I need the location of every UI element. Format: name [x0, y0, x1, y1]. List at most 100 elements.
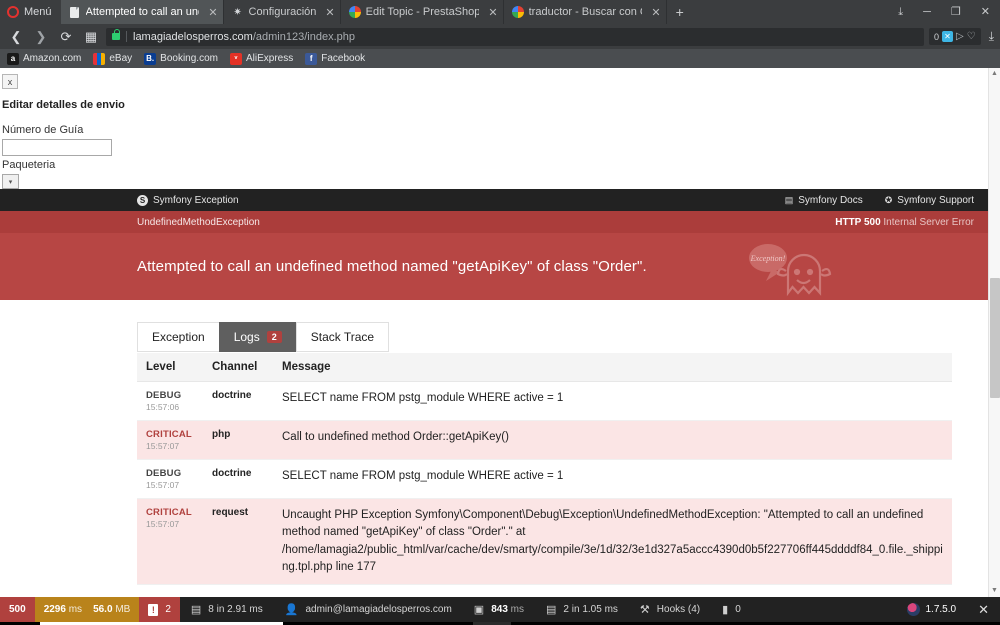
maximize-button[interactable]: ❐	[941, 0, 971, 24]
close-tab-3-icon[interactable]: ✕	[484, 6, 497, 19]
browser-tab-2[interactable]: ✷ Configuración ✕	[224, 0, 341, 24]
doctrine-block[interactable]: ▤ 8 in 2.91 ms	[180, 597, 274, 622]
header-channel: Channel	[203, 353, 273, 382]
symfony-support-link[interactable]: ✪ Symfony Support	[885, 195, 974, 206]
page-viewport: x Editar detalles de envio Número de Guí…	[0, 68, 1000, 597]
close-tab-2-icon[interactable]: ✕	[321, 6, 334, 19]
level-text: CRITICAL	[146, 507, 192, 518]
database-stack-icon: ▤	[190, 604, 202, 616]
google-icon	[511, 6, 524, 18]
header-message: Message	[273, 353, 952, 382]
opera-logo-icon	[7, 6, 19, 18]
tab-stack-trace[interactable]: Stack Trace	[295, 322, 390, 352]
row-level: DEBUG 15:57:06	[137, 381, 203, 421]
carrier-select[interactable]: ▾	[2, 174, 19, 189]
status-code-badge[interactable]: 500	[0, 597, 35, 622]
new-tab-button[interactable]: +	[667, 0, 693, 24]
book-icon: ▤	[784, 194, 794, 205]
performance-block[interactable]: 2296 ms 56.0 MB	[34, 597, 140, 622]
browser-tab-1[interactable]: Attempted to call an unde ✕	[60, 0, 224, 24]
http-status-code: HTTP 500	[835, 216, 881, 228]
guide-number-input[interactable]	[2, 139, 112, 156]
forward-icon[interactable]: ❯	[31, 29, 51, 45]
bookmark-amazon[interactable]: a Amazon.com	[7, 52, 82, 65]
browser-tab-3[interactable]: Edit Topic - PrestaShop ✕	[341, 0, 504, 24]
tab-stack-trace-label: Stack Trace	[310, 330, 375, 344]
amazon-icon: a	[7, 52, 19, 65]
row-message: SELECT name FROM pstg_module WHERE activ…	[273, 459, 952, 499]
symfony-docs-link[interactable]: ▤ Symfony Docs	[785, 195, 863, 206]
row-message: Uncaught PHP Exception Symfony\Component…	[273, 498, 952, 585]
url-separator	[126, 31, 127, 42]
scroll-down-arrow-icon[interactable]: ▼	[989, 585, 1000, 597]
ebay-icon	[93, 52, 106, 65]
bookmark-booking-label: Booking.com	[160, 53, 218, 64]
user-block[interactable]: 👤 admin@lamagiadelosperros.com	[274, 597, 463, 622]
reload-icon[interactable]: ⟳	[56, 29, 76, 45]
download-icon[interactable]: ⤓	[987, 29, 994, 44]
stopwatch-icon: ▮	[722, 604, 729, 616]
debug-toolbar: 500 2296 ms 56.0 MB ! 2 ▤ 8 in 2.91 ms 👤…	[0, 597, 1000, 622]
ad-blocker-button[interactable]: 0 ✕ ▷ ♡	[929, 28, 981, 45]
minimize-button[interactable]: ─	[913, 0, 941, 24]
downloads-tray-icon[interactable]: ⤓	[888, 0, 913, 24]
level-text: CRITICAL	[146, 429, 192, 440]
scrollbar-thumb[interactable]	[990, 278, 1000, 398]
symfony-support-label: Symfony Support	[897, 194, 974, 206]
tab-logs[interactable]: Logs 2	[218, 322, 296, 352]
symfony-docs-label: Symfony Docs	[798, 194, 863, 206]
tab-exception[interactable]: Exception	[137, 322, 219, 352]
bookmark-facebook[interactable]: f Facebook	[305, 52, 365, 65]
close-tab-1-icon[interactable]: ✕	[204, 6, 217, 19]
symfony-logo-icon: S	[137, 194, 148, 206]
warning-icon: !	[148, 603, 159, 616]
ghost-mascot-icon: Exception!	[749, 244, 832, 297]
guide-number-label: Número de Guía	[2, 124, 84, 136]
screen: Menú Attempted to call an unde ✕ ✷ Confi…	[0, 0, 1000, 625]
logs-table: Level Channel Message DEBUG 15:57:06 doc…	[137, 353, 952, 585]
hooks-count: Hooks (4)	[656, 604, 701, 615]
shipping-details-fragment: x Editar detalles de envio Número de Guí…	[0, 68, 988, 189]
booking-icon: B.	[144, 52, 157, 65]
table-row: DEBUG 15:57:06 doctrine SELECT name FROM…	[137, 381, 952, 421]
stopwatch-value: 0	[735, 604, 741, 615]
db-block[interactable]: ▤ 2 in 1.05 ms	[535, 597, 629, 622]
hooks-icon: ⚒	[639, 604, 650, 616]
page-scrollbar[interactable]: ▲ ▼	[988, 68, 1000, 597]
row-level: CRITICAL 15:57:07	[137, 498, 203, 585]
level-time: 15:57:07	[146, 441, 180, 451]
opera-menu-button[interactable]: Menú	[0, 0, 61, 24]
error-count-block[interactable]: ! 2	[139, 597, 180, 622]
back-icon[interactable]: ❮	[6, 29, 26, 45]
hooks-block[interactable]: ⚒ Hooks (4)	[629, 597, 711, 622]
close-tab-4-icon[interactable]: ✕	[647, 6, 660, 19]
stopwatch-block[interactable]: ▮ 0	[711, 597, 752, 622]
bookmark-booking[interactable]: B. Booking.com	[144, 52, 218, 65]
fragment-close-button[interactable]: x	[2, 74, 18, 89]
scroll-up-arrow-icon[interactable]: ▲	[989, 68, 1000, 80]
tab-logs-label: Logs	[233, 330, 260, 344]
template-block[interactable]: ▣ 843 ms	[463, 597, 535, 622]
template-icon: ▣	[473, 604, 485, 616]
table-row: DEBUG 15:57:07 doctrine SELECT name FROM…	[137, 459, 952, 499]
page-icon	[69, 6, 81, 18]
url-input[interactable]: lamagiadelosperros.com/admin123/index.ph…	[106, 27, 924, 46]
db-queries: 2 in 1.05 ms	[563, 604, 618, 615]
bookmark-aliexpress-label: AliExpress	[245, 53, 294, 64]
bookmark-ebay[interactable]: eBay	[93, 52, 132, 65]
logs-table-header-row: Level Channel Message	[137, 353, 952, 382]
symfony-header-links: ▤ Symfony Docs ✪ Symfony Support	[785, 195, 974, 206]
browser-tab-4[interactable]: traductor - Buscar con Go ✕	[504, 0, 667, 24]
header-level: Level	[137, 353, 203, 382]
speed-dial-icon[interactable]: ▦	[81, 29, 101, 45]
url-text: lamagiadelosperros.com/admin123/index.ph…	[133, 31, 355, 43]
bookmark-aliexpress[interactable]: ᵛ AliExpress	[229, 52, 294, 65]
vpn-icon[interactable]: ▷	[956, 31, 964, 42]
prestashop-version-block[interactable]: 1.7.5.0	[896, 603, 968, 616]
logs-table-head: Level Channel Message	[137, 353, 952, 382]
close-window-button[interactable]: ✕	[971, 0, 1000, 24]
bookmark-amazon-label: Amazon.com	[23, 53, 82, 64]
close-toolbar-button[interactable]: ✕	[967, 602, 1000, 618]
heart-icon[interactable]: ♡	[967, 31, 976, 42]
gear-icon: ✷	[233, 6, 242, 18]
